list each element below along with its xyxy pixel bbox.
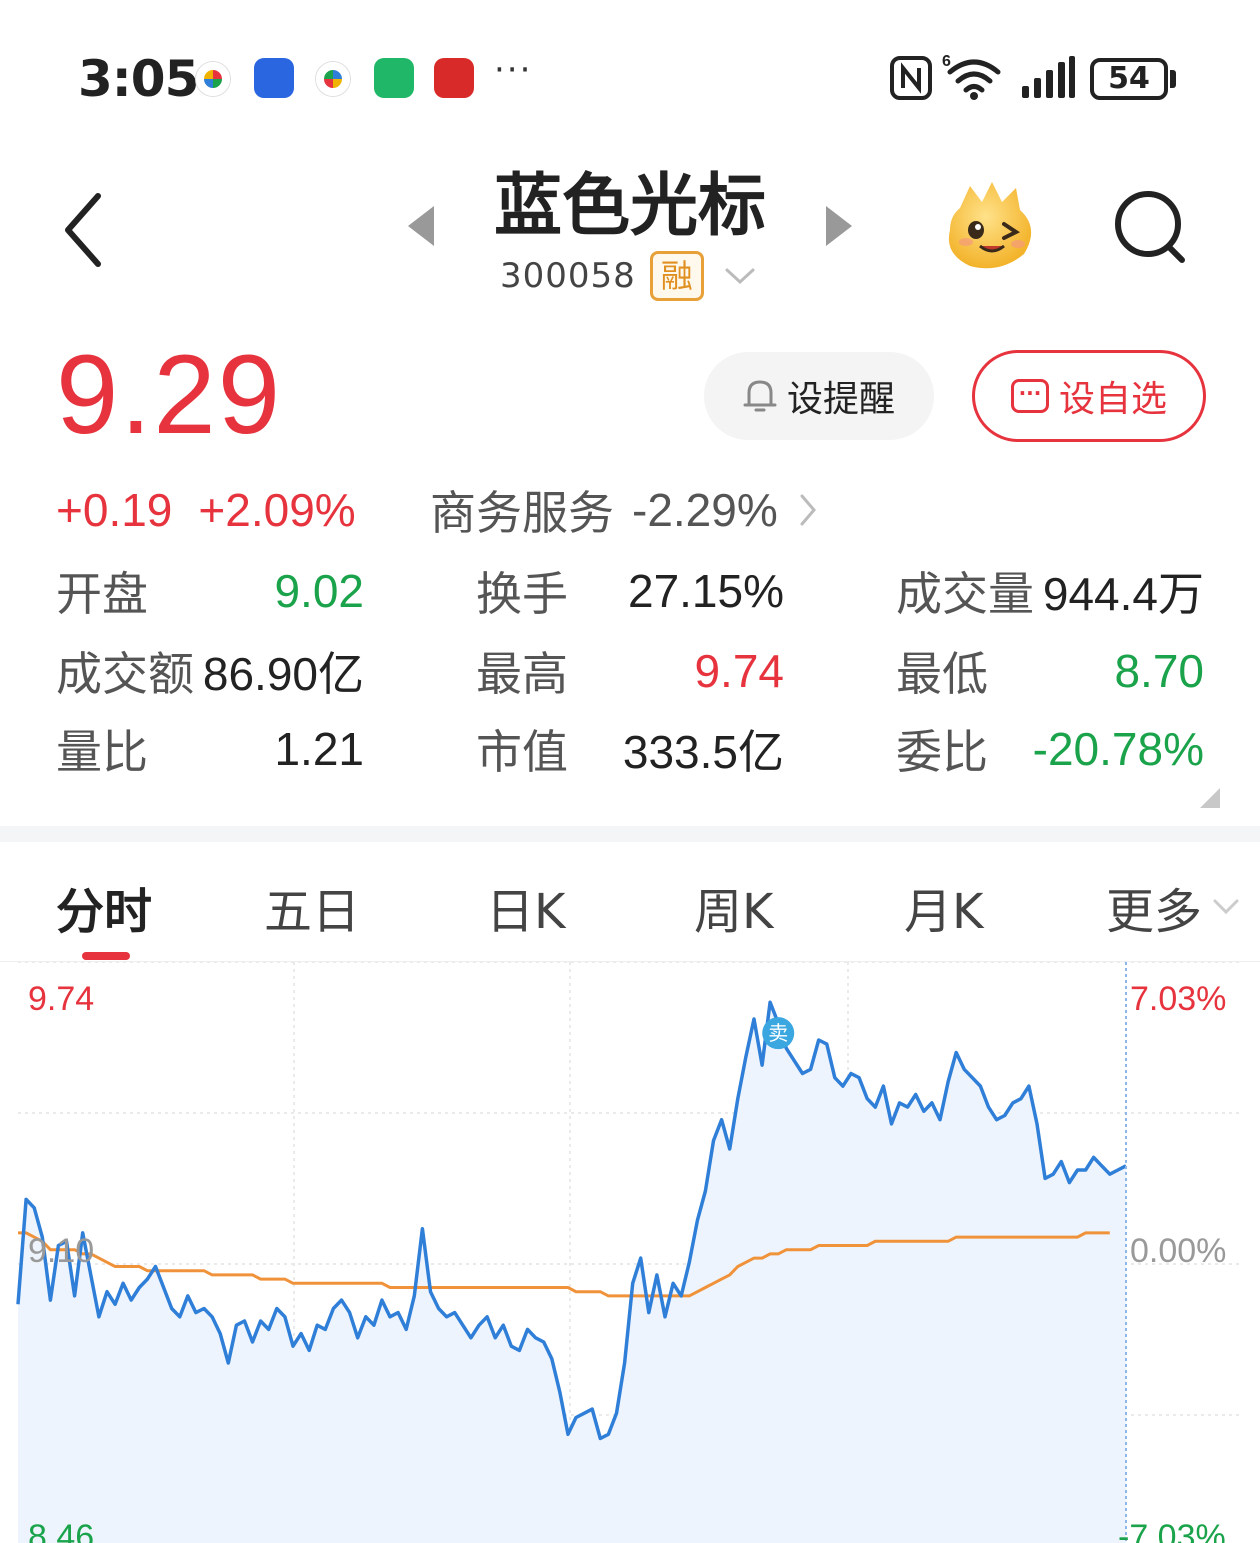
stat-value: 8.70: [1114, 645, 1204, 697]
stat-label: 成交量: [896, 567, 1034, 621]
stock-code-row[interactable]: 300058 融: [500, 250, 756, 302]
stat-label: 市值: [476, 725, 568, 779]
nfc-icon: [890, 56, 932, 100]
stat-label: 量比: [56, 725, 148, 779]
set-alert-button[interactable]: 设提醒: [704, 352, 934, 440]
stat-label: 委比: [896, 725, 988, 779]
stat-value: 333.5亿: [622, 726, 784, 778]
y-label-ref: 9.10: [28, 1232, 95, 1270]
tab-five-day[interactable]: 五日: [264, 872, 360, 942]
add-watchlist-button[interactable]: ··· 设自选: [972, 350, 1206, 442]
intraday-chart-svg: 卖: [16, 962, 1240, 1543]
y-pct-low: -7.03%: [1118, 1518, 1226, 1543]
back-arrow-icon[interactable]: [58, 190, 118, 270]
stat-value: 944.4万: [1042, 568, 1204, 620]
intraday-chart[interactable]: 卖 9.74 9.10 8.46 7.03% 0.00% -7.03%: [0, 962, 1260, 1543]
stat-label: 成交额: [56, 647, 194, 701]
add-watchlist-label: 设自选: [1058, 379, 1167, 420]
stat-volume-ratio: 量比 1.21: [56, 718, 364, 780]
wifi-6-icon: 6: [942, 53, 1001, 100]
svg-text:6: 6: [942, 53, 951, 70]
stat-value: -20.78%: [1032, 723, 1204, 775]
stat-commission-ratio: 委比 -20.78%: [896, 718, 1204, 780]
change-amount: +0.19: [56, 484, 173, 536]
battery-tip: [1170, 70, 1176, 88]
next-stock-arrow-icon[interactable]: [822, 204, 856, 248]
mi-icon: [374, 58, 414, 98]
battery-icon: 54: [1090, 58, 1168, 100]
signal-icon: [1022, 56, 1075, 98]
chevron-down-icon[interactable]: [724, 266, 756, 286]
sector-name: 商务服务: [430, 486, 614, 540]
tab-more[interactable]: 更多: [1106, 872, 1240, 942]
margin-trading-badge: 融: [649, 251, 704, 301]
y-label-high: 9.74: [28, 980, 95, 1018]
sector-change: -2.29%: [632, 484, 778, 536]
chevron-down-icon: [1213, 899, 1239, 915]
change-percent: +2.09%: [198, 484, 356, 536]
status-bar: 3:05 ··· 6 54: [0, 0, 1260, 150]
search-icon[interactable]: [1110, 186, 1190, 266]
y-label-low: 8.46: [28, 1518, 95, 1543]
app-icon: [316, 62, 350, 96]
stock-name: 蓝色光标: [493, 167, 766, 246]
broker-app-icon: [434, 58, 474, 98]
hand-shield-icon: [254, 58, 294, 98]
sell-marker-label: 卖: [768, 1021, 788, 1045]
stat-open: 开盘 9.02: [56, 560, 364, 622]
last-price: 9.29: [56, 332, 282, 457]
stock-code: 300058: [500, 256, 636, 296]
tab-more-label: 更多: [1106, 884, 1203, 940]
price-area-fill: [18, 1002, 1126, 1543]
mascot-avatar-icon[interactable]: [940, 178, 1042, 274]
y-pct-ref: 0.00%: [1130, 1232, 1227, 1270]
set-alert-label: 设提醒: [786, 379, 895, 420]
stat-volume: 成交量 944.4万: [896, 560, 1204, 622]
more-notifications-icon: ···: [494, 50, 533, 90]
stat-label: 最低: [896, 647, 988, 701]
bell-icon: [743, 380, 777, 412]
tab-daily-k[interactable]: 日K: [486, 872, 565, 942]
stat-value: 86.90亿: [202, 648, 364, 700]
chevron-right-icon: [800, 494, 816, 526]
stat-value: 1.21: [274, 723, 364, 775]
stat-amount: 成交额 86.90亿: [56, 640, 364, 702]
stat-value: 9.74: [694, 645, 784, 697]
stat-high: 最高 9.74: [476, 640, 784, 702]
stat-label: 换手: [476, 567, 568, 621]
price-change-row: +0.19 +2.09%: [56, 478, 356, 542]
y-pct-high: 7.03%: [1130, 980, 1227, 1018]
sector-link[interactable]: 商务服务 -2.29%: [430, 478, 818, 542]
previous-stock-arrow-icon[interactable]: [404, 204, 438, 248]
stat-low: 最低 8.70: [896, 640, 1204, 702]
tab-weekly-k[interactable]: 周K: [694, 872, 773, 942]
tab-intraday[interactable]: 分时: [56, 872, 152, 942]
section-divider: [0, 826, 1260, 842]
watchlist-icon: ···: [1010, 379, 1049, 413]
stat-market-cap: 市值 333.5亿: [476, 718, 784, 780]
active-tab-indicator: [82, 952, 130, 960]
stat-label: 最高: [476, 647, 568, 701]
tab-monthly-k[interactable]: 月K: [904, 872, 983, 942]
stat-turnover: 换手 27.15%: [476, 560, 784, 622]
stat-label: 开盘: [56, 567, 148, 621]
expand-stats-icon[interactable]: [1198, 786, 1222, 810]
app-icon: [196, 62, 230, 96]
status-time: 3:05: [78, 50, 199, 108]
stat-value: 27.15%: [627, 565, 784, 617]
chart-period-tabs: 分时 五日 日K 周K 月K 更多: [0, 842, 1260, 962]
stat-value: 9.02: [274, 565, 364, 617]
